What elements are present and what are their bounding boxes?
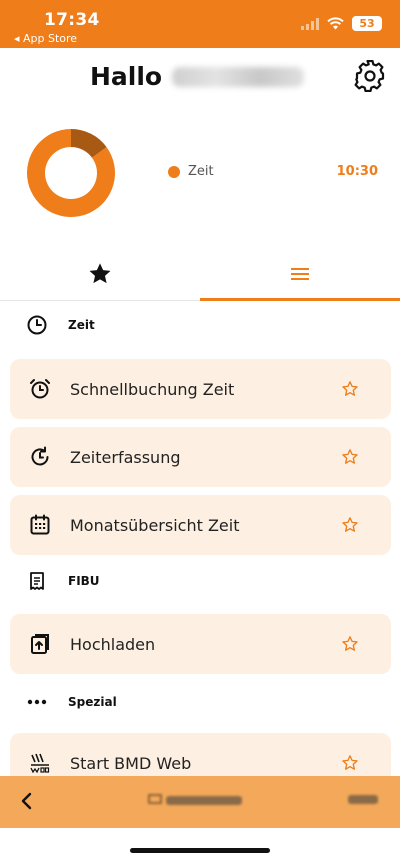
bottom-bar [0,776,400,828]
bottom-bar-title-blurred [148,794,242,806]
refresh-clock-icon [28,445,52,469]
battery-indicator: 53 [352,16,382,31]
chevron-left-icon[interactable] [18,790,36,812]
section-title: Spezial [68,695,117,709]
section-header-spezial: Spezial [26,691,117,713]
favorite-star-icon[interactable] [341,516,359,534]
user-name-redacted [172,66,305,87]
menu-item-label: Monatsübersicht Zeit [70,515,240,535]
upload-icon [28,632,52,656]
web-icon [28,751,52,775]
greeting-text: Hallo [90,62,163,91]
star-filled-icon [89,263,111,284]
legend-dot [168,165,180,178]
signal-icon [301,17,319,30]
menu-item-label: Schnellbuchung Zeit [70,379,235,399]
chart-legend: Zeit [168,164,214,179]
favorite-star-icon[interactable] [341,635,359,653]
tab-menu[interactable] [200,248,400,300]
calendar-icon [28,513,52,537]
menu-item-zeiterfassung[interactable]: Zeiterfassung [10,427,391,487]
menu-item-hochladen[interactable]: Hochladen [10,614,391,674]
legend-value: 10:30 [336,164,378,179]
alarm-clock-icon [28,377,52,401]
back-to-app-store[interactable]: ◂ App Store [14,32,77,45]
section-title: FIBU [68,574,100,588]
time-donut-chart [27,129,116,217]
tab-favorites[interactable] [0,248,200,300]
status-time: 17:34 [44,10,100,30]
bottom-bar-right-blurred [348,794,378,807]
tab-bar [0,248,400,301]
menu-item-label: Start BMD Web [70,753,192,773]
menu-item-label: Zeiterfassung [70,447,181,467]
wifi-icon [327,17,344,30]
receipt-icon [26,570,48,592]
menu-item-label: Hochladen [70,634,156,654]
greeting-title: Hallo [90,62,305,91]
menu-item-schnellbuchung-zeit[interactable]: Schnellbuchung Zeit [10,359,391,419]
legend-label: Zeit [188,164,214,179]
active-tab-indicator [200,298,400,301]
favorite-star-icon[interactable] [341,448,359,466]
home-indicator [130,848,270,853]
status-icons: 53 [301,16,382,31]
menu-item-monatsuebersicht-zeit[interactable]: Monatsübersicht Zeit [10,495,391,555]
gear-icon[interactable] [354,60,386,92]
section-header-zeit: Zeit [26,314,95,336]
hamburger-icon [291,268,309,280]
status-bar: 17:34 ◂ App Store 53 [0,0,400,48]
section-header-fibu: FIBU [26,570,100,592]
clock-icon [26,314,48,336]
more-dots-icon [26,691,48,713]
favorite-star-icon[interactable] [341,754,359,772]
favorite-star-icon[interactable] [341,380,359,398]
section-title: Zeit [68,318,95,332]
